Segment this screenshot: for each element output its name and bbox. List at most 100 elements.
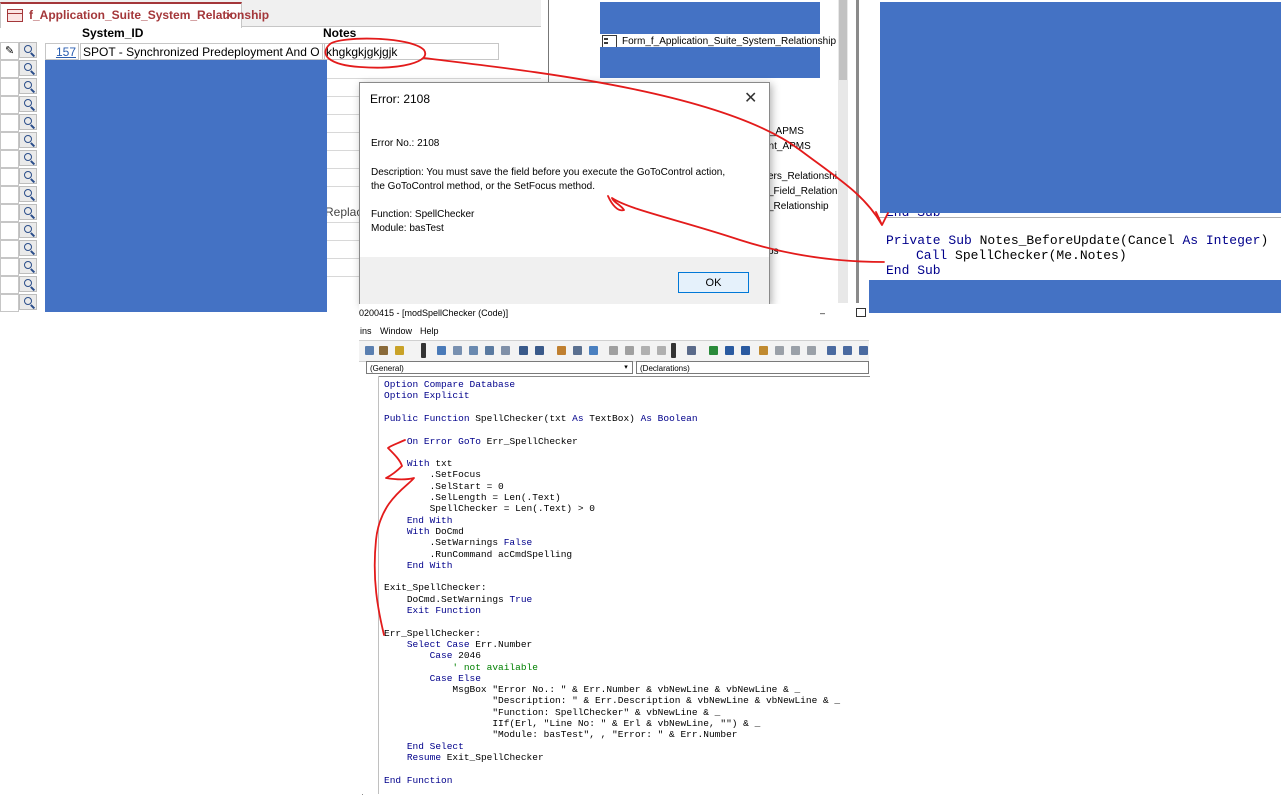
toolbar-icon[interactable] (519, 346, 528, 355)
toolbar-icon[interactable] (641, 346, 650, 355)
error-number: Error No.: 2108 (371, 138, 440, 149)
row-selector[interactable] (0, 150, 19, 168)
search-icon[interactable] (19, 114, 37, 130)
search-icon[interactable] (19, 222, 37, 238)
search-icon[interactable] (19, 294, 37, 310)
toolbar-icon[interactable] (501, 346, 510, 355)
document-tab[interactable]: f_Application_Suite_System_Relationship … (0, 2, 269, 28)
toolbar-icon[interactable] (609, 346, 618, 355)
menu-window[interactable]: Window (380, 326, 412, 336)
toolbar-icon[interactable] (843, 346, 852, 355)
row-selector[interactable] (0, 240, 19, 258)
code-line: End Select (384, 741, 464, 752)
minimize-icon[interactable]: – (820, 304, 825, 322)
search-icon[interactable] (19, 258, 37, 274)
procedure-combo[interactable]: (Declarations) (636, 361, 869, 374)
row-selector[interactable] (0, 78, 19, 96)
toolbar-icon[interactable] (687, 346, 696, 355)
scrollbar-thumb[interactable] (839, 0, 847, 80)
code-line: End Function (384, 775, 452, 786)
row-selector[interactable] (0, 222, 19, 240)
reset-icon[interactable] (741, 346, 750, 355)
row-selector[interactable] (0, 114, 19, 132)
toolbar-icon[interactable] (791, 346, 800, 355)
row-selector[interactable] (0, 132, 19, 150)
row-selector[interactable] (0, 60, 19, 78)
toolbar-dropdown-icon[interactable] (421, 343, 426, 358)
toolbar-icon[interactable] (859, 346, 868, 355)
row-selector[interactable] (0, 168, 19, 186)
error-module: Module: basTest (371, 223, 444, 234)
row-selector[interactable] (0, 258, 19, 276)
nav-item[interactable]: _APMS (770, 126, 804, 137)
row-selector[interactable] (0, 96, 19, 114)
object-combo[interactable]: (General) ▾ (366, 361, 633, 374)
toolbar-icon[interactable] (573, 346, 582, 355)
toolbar-icon[interactable] (589, 346, 598, 355)
search-icon[interactable] (19, 276, 37, 292)
toolbar-icon[interactable] (469, 346, 478, 355)
notes-field[interactable]: khgkgkjgkjgjk (322, 43, 499, 60)
redaction-block (45, 60, 327, 312)
search-icon[interactable] (19, 132, 37, 148)
search-icon[interactable] (19, 168, 37, 184)
toolbar-icon[interactable] (395, 346, 404, 355)
code-text: Exit_SpellChecker (441, 751, 544, 763)
maximize-icon[interactable] (856, 308, 866, 317)
row-selector[interactable] (0, 186, 19, 204)
search-icon[interactable] (19, 150, 37, 166)
code-line: "Module: basTest", , "Error: " & Err.Num… (384, 729, 737, 740)
search-icon[interactable] (19, 42, 37, 58)
ok-button[interactable]: OK (678, 272, 749, 293)
search-icon[interactable] (19, 60, 37, 76)
toolbar-icon[interactable] (759, 346, 768, 355)
run-icon[interactable] (709, 346, 718, 355)
row-selector[interactable] (0, 294, 19, 312)
search-icon[interactable] (19, 78, 37, 94)
nav-item[interactable]: ers_Relationshi (768, 171, 837, 182)
column-header-system-id[interactable]: System_ID (82, 26, 143, 40)
search-icon[interactable] (19, 204, 37, 220)
close-icon[interactable]: ✕ (744, 88, 757, 108)
code-line: Resume Exit_SpellChecker (384, 752, 544, 763)
toolbar-dropdown-icon[interactable] (671, 343, 676, 358)
code-margin[interactable] (362, 376, 379, 794)
toolbar-icon[interactable] (437, 346, 446, 355)
pane-splitter[interactable] (856, 0, 859, 303)
keyword: As Boolean (640, 412, 698, 424)
toolbar-icon[interactable] (827, 346, 836, 355)
row-selector[interactable] (0, 276, 19, 294)
nav-scrollbar[interactable] (838, 0, 848, 303)
toolbar-icon[interactable] (625, 346, 634, 355)
tab-close-icon[interactable]: × (225, 4, 233, 26)
nav-item-form[interactable]: Form_f_Application_Suite_System_Relation… (622, 36, 836, 47)
row-selector[interactable]: ✎ (0, 42, 19, 60)
toolbar-icon[interactable] (365, 346, 374, 355)
column-header-notes[interactable]: Notes (323, 26, 356, 40)
toolbar-icon[interactable] (453, 346, 462, 355)
search-icon[interactable] (19, 240, 37, 256)
chevron-down-icon[interactable]: ▾ (621, 362, 631, 373)
search-icon[interactable] (19, 186, 37, 202)
menu-insert[interactable]: ins (360, 326, 372, 336)
toolbar-icon[interactable] (379, 346, 388, 355)
nav-item[interactable]: ent_APMS (763, 141, 811, 152)
system-name-cell[interactable]: SPOT - Synchronized Predeployment And O (80, 43, 325, 60)
toolbar-icon[interactable] (807, 346, 816, 355)
nav-item[interactable]: _Field_Relation (768, 186, 838, 197)
nav-item[interactable]: _Relationship (768, 201, 829, 212)
toolbar-icon[interactable] (557, 346, 566, 355)
keyword: Select Case (406, 638, 470, 650)
toolbar-icon[interactable] (657, 346, 666, 355)
break-icon[interactable] (725, 346, 734, 355)
search-icon[interactable] (19, 96, 37, 112)
toolbar-icon[interactable] (775, 346, 784, 355)
system-id-cell[interactable]: 157 (45, 43, 79, 60)
toolbar-icon[interactable] (535, 346, 544, 355)
menu-help[interactable]: Help (420, 326, 439, 336)
row-selector[interactable] (0, 204, 19, 222)
toolbar-icon[interactable] (485, 346, 494, 355)
